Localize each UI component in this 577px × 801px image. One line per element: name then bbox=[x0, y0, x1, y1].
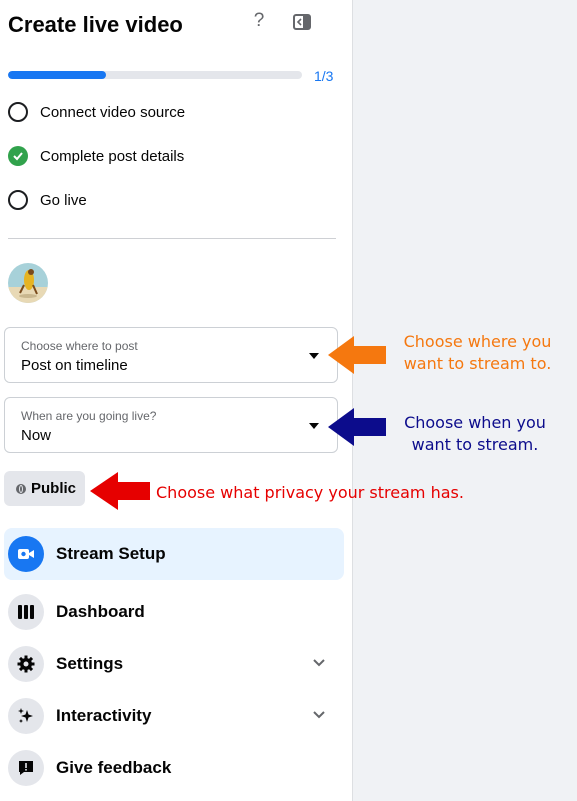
annotation-line: Choose where you bbox=[403, 332, 552, 351]
progress-bar bbox=[8, 71, 302, 79]
content-area bbox=[353, 0, 577, 801]
page-title: Create live video bbox=[8, 12, 183, 37]
collapse-sidebar-button[interactable] bbox=[292, 12, 312, 32]
annotation-line: want to stream to. bbox=[403, 354, 552, 373]
chevron-down-icon[interactable] bbox=[312, 708, 326, 722]
help-button[interactable]: ? bbox=[249, 10, 269, 34]
progress-fill bbox=[8, 71, 106, 79]
chevron-down-icon[interactable] bbox=[312, 656, 326, 670]
question-mark-icon: ? bbox=[253, 10, 265, 31]
select-value: Post on timeline bbox=[21, 357, 128, 374]
select-label: Choose where to post bbox=[21, 339, 138, 353]
step-label: Connect video source bbox=[40, 103, 186, 121]
sidebar: Create live video ? 1/3 Connect video so… bbox=[0, 0, 353, 801]
caret-down-icon bbox=[309, 353, 319, 359]
nav-label: Stream Setup bbox=[56, 544, 166, 563]
annotation-line: Choose when you bbox=[404, 413, 546, 432]
privacy-button[interactable]: Public bbox=[4, 471, 85, 506]
navy-arrow bbox=[328, 408, 386, 446]
annotation-where: Choose where you want to stream to. bbox=[390, 331, 565, 375]
nav-label: Give feedback bbox=[56, 758, 172, 777]
step-connect-video-source[interactable]: Connect video source bbox=[8, 100, 185, 124]
schedule-select[interactable]: When are you going live? Now bbox=[4, 397, 338, 453]
sparkle-icon bbox=[8, 698, 44, 734]
step-pending-icon bbox=[8, 102, 28, 122]
divider bbox=[8, 238, 336, 239]
annotation-privacy: Choose what privacy your stream has. bbox=[156, 483, 464, 502]
globe-icon bbox=[16, 483, 26, 494]
annotation-when: Choose when you want to stream. bbox=[390, 412, 560, 456]
orange-arrow bbox=[328, 336, 386, 374]
step-pending-icon bbox=[8, 190, 28, 210]
nav-item-interactivity[interactable]: Interactivity bbox=[4, 690, 344, 742]
select-label: When are you going live? bbox=[21, 409, 157, 423]
nav-label: Settings bbox=[56, 654, 124, 673]
avatar[interactable] bbox=[8, 263, 48, 303]
nav-item-stream-setup[interactable]: Stream Setup bbox=[4, 528, 344, 580]
step-complete-post-details[interactable]: Complete post details bbox=[8, 144, 184, 168]
step-label: Complete post details bbox=[40, 147, 185, 165]
post-location-select[interactable]: Choose where to post Post on timeline bbox=[4, 327, 338, 383]
video-camera-icon bbox=[8, 536, 44, 572]
nav-item-dashboard[interactable]: Dashboard bbox=[4, 586, 344, 638]
step-label: Go live bbox=[40, 191, 87, 209]
privacy-label: Public bbox=[31, 480, 77, 497]
select-value: Now bbox=[21, 427, 52, 444]
step-go-live[interactable]: Go live bbox=[8, 188, 87, 212]
feedback-icon bbox=[8, 750, 44, 786]
red-arrow bbox=[90, 472, 150, 510]
nav-label: Interactivity bbox=[56, 706, 152, 725]
caret-down-icon bbox=[309, 423, 319, 429]
nav-label: Dashboard bbox=[56, 602, 145, 621]
nav-item-settings[interactable]: Settings bbox=[4, 638, 344, 690]
dashboard-columns-icon bbox=[8, 594, 44, 630]
checkmark-icon bbox=[8, 146, 28, 166]
annotation-line: want to stream. bbox=[411, 435, 539, 454]
sidebar-collapse-icon bbox=[293, 14, 311, 30]
progress-counter: 1/3 bbox=[314, 68, 334, 84]
gear-icon bbox=[8, 646, 44, 682]
nav-item-give-feedback[interactable]: Give feedback bbox=[4, 742, 344, 794]
